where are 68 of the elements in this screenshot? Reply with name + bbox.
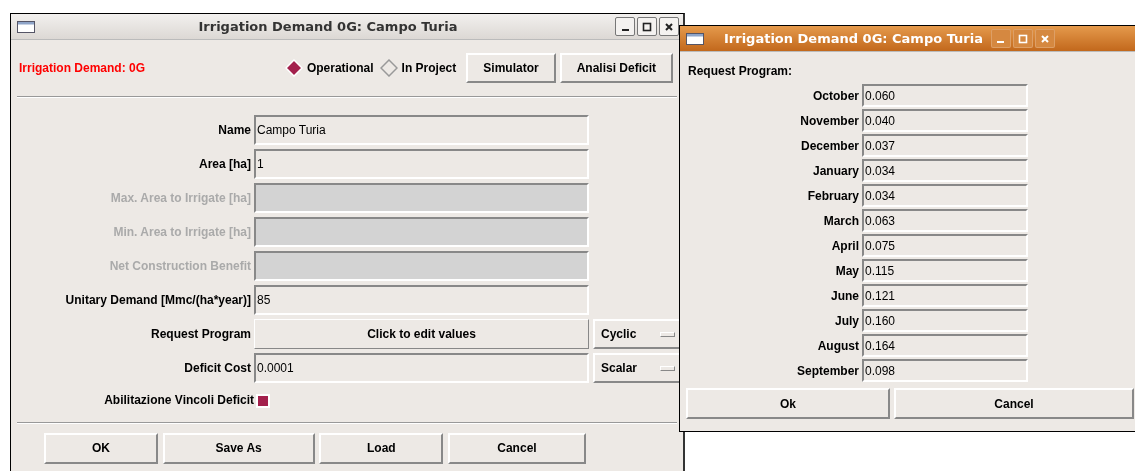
month-label: August bbox=[816, 338, 860, 353]
maximize-icon bbox=[1018, 33, 1028, 44]
dialog-button[interactable]: Load bbox=[319, 432, 444, 464]
field-label: Unitary Demand [Mmc/(ha*year)] bbox=[64, 293, 252, 307]
radio-label[interactable]: Operational bbox=[306, 61, 374, 75]
dialog-button[interactable]: Cancel bbox=[447, 432, 586, 464]
toolbar-button[interactable]: Analisi Deficit bbox=[559, 53, 673, 83]
input-field[interactable] bbox=[254, 183, 589, 213]
input-field[interactable]: 0.040 bbox=[862, 109, 1028, 132]
close-icon bbox=[1040, 33, 1050, 44]
input-field[interactable]: 0.060 bbox=[862, 84, 1028, 107]
field-label: Net Construction Benefit bbox=[108, 259, 252, 273]
dialog-button[interactable]: OK bbox=[44, 432, 158, 464]
month-label: September bbox=[795, 363, 860, 378]
close-button[interactable] bbox=[659, 17, 679, 36]
dialog-button[interactable]: Cancel bbox=[894, 388, 1134, 419]
field-label: Deficit Cost bbox=[183, 361, 252, 375]
input-field[interactable]: 0.164 bbox=[862, 334, 1028, 357]
checkbox[interactable] bbox=[256, 393, 270, 408]
window-title: Irrigation Demand 0G: Campo Turia bbox=[723, 31, 983, 46]
input-field[interactable] bbox=[254, 251, 589, 281]
input-field[interactable]: 0.034 bbox=[862, 159, 1028, 182]
maximize-icon bbox=[642, 21, 652, 32]
input-field[interactable]: 0.160 bbox=[862, 309, 1028, 332]
input-field[interactable]: 0.063 bbox=[862, 209, 1028, 232]
minimize-button[interactable] bbox=[615, 17, 635, 36]
input-field[interactable]: 85 bbox=[254, 285, 589, 315]
close-icon bbox=[664, 21, 674, 32]
input-field[interactable]: 0.034 bbox=[862, 184, 1028, 207]
input-field[interactable]: 0.115 bbox=[862, 259, 1028, 282]
month-label: March bbox=[822, 213, 860, 228]
field-label: Name bbox=[217, 123, 252, 137]
field-label: Area [ha] bbox=[198, 157, 252, 171]
month-label: June bbox=[830, 288, 860, 303]
demand-label: Irrigation Demand: 0G bbox=[19, 61, 147, 75]
edit-values-button[interactable]: Click to edit values bbox=[254, 319, 589, 349]
month-label: November bbox=[799, 113, 860, 128]
maximize-button[interactable] bbox=[637, 17, 657, 36]
input-field[interactable]: 0.075 bbox=[862, 234, 1028, 257]
input-field[interactable]: Campo Turia bbox=[254, 115, 589, 145]
month-label: January bbox=[811, 163, 860, 178]
dialog-button[interactable]: Ok bbox=[686, 388, 890, 419]
checkbox-label: Abilitazione Vincoli Deficit bbox=[103, 392, 254, 410]
radio-button[interactable] bbox=[379, 59, 398, 77]
radio-label[interactable]: In Project bbox=[401, 61, 457, 75]
window-title: Irrigation Demand 0G: Campo Turia bbox=[197, 19, 459, 34]
minimize-icon bbox=[997, 41, 1005, 43]
window-icon bbox=[17, 20, 35, 33]
field-label: Min. Area to Irrigate [ha] bbox=[112, 225, 252, 239]
input-field[interactable] bbox=[254, 217, 589, 247]
minimize-icon bbox=[621, 29, 629, 31]
month-label: February bbox=[806, 188, 860, 203]
month-label: May bbox=[834, 263, 860, 278]
input-field[interactable]: 0.121 bbox=[862, 284, 1028, 307]
month-label: July bbox=[834, 313, 860, 328]
month-label: October bbox=[812, 88, 860, 103]
dialog-button[interactable]: Save As bbox=[162, 432, 315, 464]
field-label: Max. Area to Irrigate [ha] bbox=[109, 191, 252, 205]
input-field[interactable]: 0.098 bbox=[862, 359, 1028, 382]
month-label: December bbox=[799, 138, 860, 153]
input-field[interactable]: 0.037 bbox=[862, 134, 1028, 157]
section-heading: Request Program: bbox=[687, 63, 794, 80]
toolbar-button[interactable]: Simulator bbox=[466, 53, 556, 83]
field-label: Request Program bbox=[149, 327, 252, 341]
input-field[interactable]: 0.0001 bbox=[254, 353, 589, 383]
month-label: April bbox=[830, 238, 860, 253]
window-icon bbox=[686, 32, 704, 45]
input-field[interactable]: 1 bbox=[254, 149, 589, 179]
